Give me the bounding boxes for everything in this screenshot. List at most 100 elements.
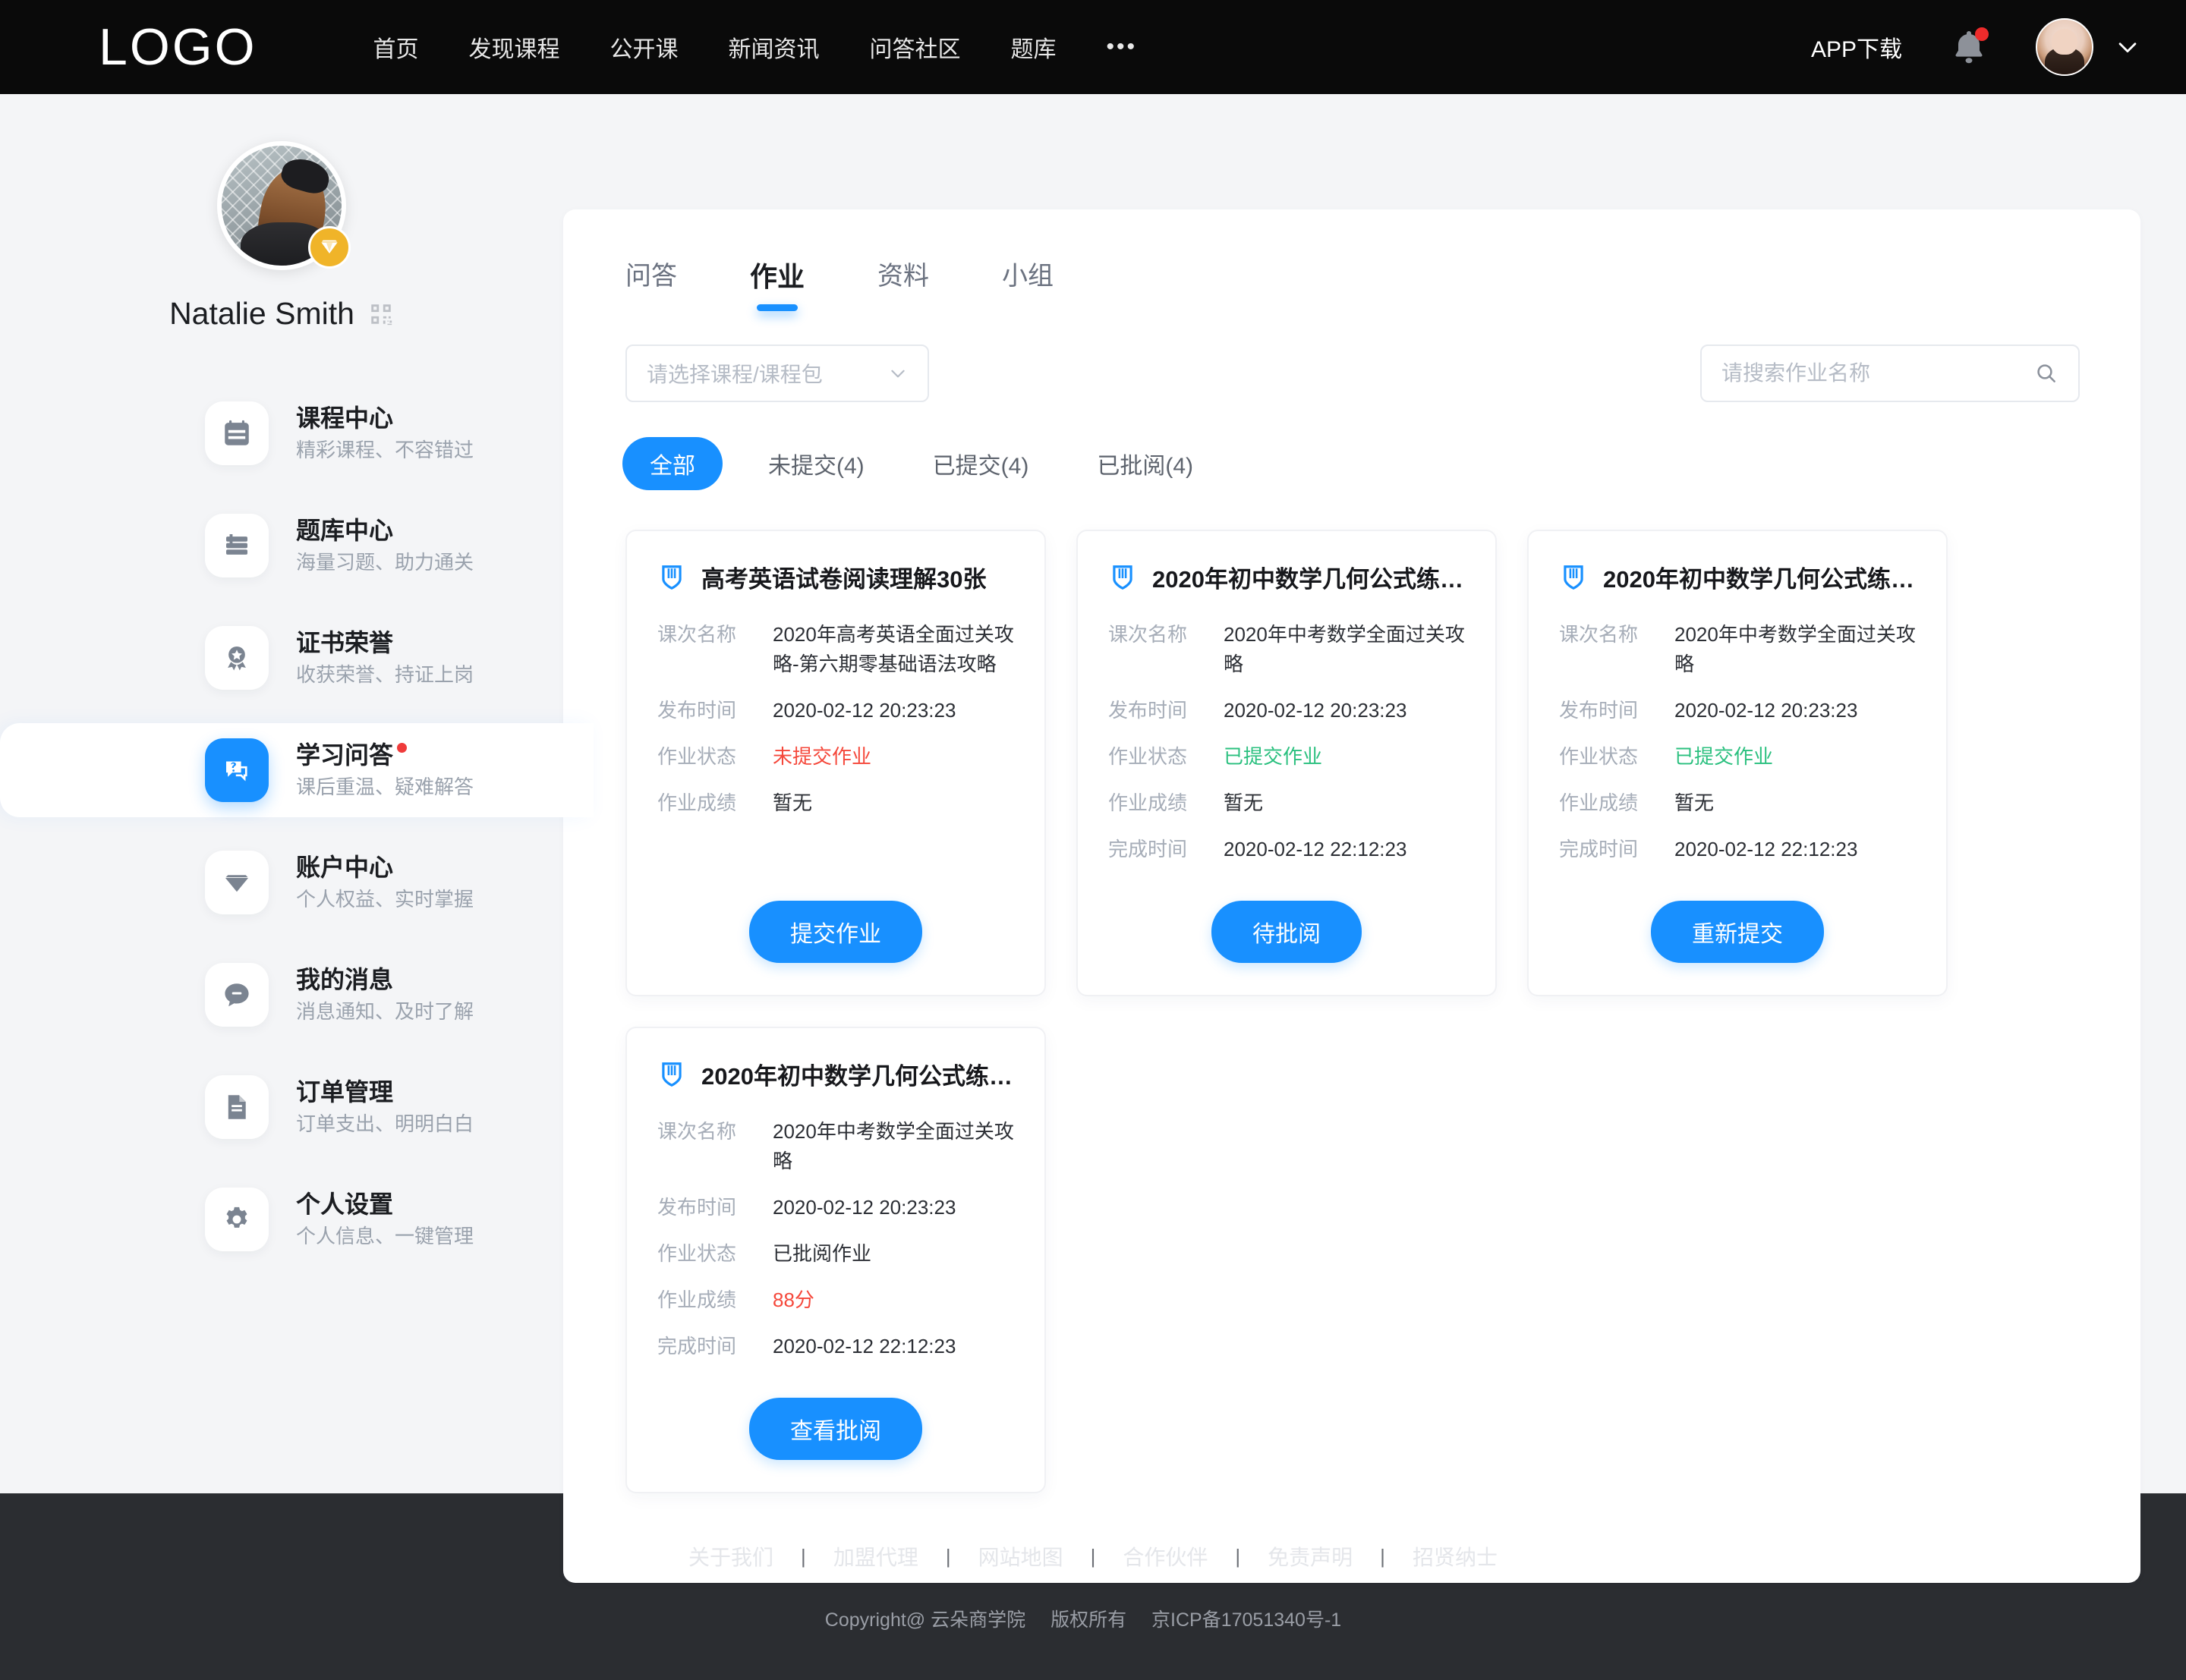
search-input[interactable] (1721, 361, 2034, 385)
course-select[interactable]: 请选择课程/课程包 (625, 344, 929, 402)
row-label: 作业状态 (1108, 745, 1188, 768)
app-download-link[interactable]: APP下载 (1811, 30, 1902, 64)
diamond-icon (321, 240, 338, 253)
menu-text-block: 我的消息 消息通知、及时了解 (296, 966, 474, 1024)
nav-item-home[interactable]: 首页 (348, 30, 444, 64)
card-row-score: 作业成绩 暂无 (657, 788, 1014, 818)
menu-icon-wrapper (205, 851, 269, 914)
homework-card[interactable]: 2020年初中数学几何公式练习作... 课次名称 2020年中考数学全面过关攻略… (1527, 530, 1948, 996)
row-value-score: 88分 (773, 1288, 814, 1311)
card-row-finish: 完成时间 2020-02-12 22:12:23 (1108, 835, 1465, 864)
sidebar-item-account-center[interactable]: 账户中心 个人权益、实时掌握 (0, 835, 563, 930)
card-action-wrapper: 查看批阅 (657, 1378, 1014, 1460)
status-badge: 未提交作业 (773, 745, 872, 768)
chevron-down-icon (891, 370, 905, 378)
row-label: 课次名称 (657, 623, 737, 646)
profile-avatar-wrapper[interactable] (217, 141, 351, 270)
row-value-score: 暂无 (773, 791, 813, 814)
notification-bell-button[interactable] (1948, 26, 1990, 68)
row-value-lesson-name: 2020年高考英语全面过关攻略-第六期零基础语法攻略 (773, 623, 1014, 675)
sidebar-item-certificates[interactable]: 证书荣誉 收获荣誉、持证上岗 (0, 611, 563, 705)
user-menu-button[interactable] (2036, 18, 2140, 76)
card-row-finish: 完成时间 2020-02-12 22:12:23 (1559, 835, 1916, 864)
footer-link-sitemap[interactable]: 网站地图 (951, 1541, 1091, 1571)
homework-card[interactable]: 高考英语试卷阅读理解30张 课次名称 2020年高考英语全面过关攻略-第六期零基… (625, 530, 1046, 996)
menu-text-block: 订单管理 订单支出、明明白白 (296, 1078, 474, 1137)
card-title: 高考英语试卷阅读理解30张 (701, 566, 987, 593)
pencil-shield-icon (662, 1062, 682, 1087)
footer-icp-link[interactable]: 京ICP备17051340号-1 (1151, 1609, 1341, 1631)
card-header: 高考英语试卷阅读理解30张 (657, 560, 1014, 594)
row-value-score: 暂无 (1224, 791, 1264, 814)
view-review-button[interactable]: 查看批阅 (749, 1398, 922, 1460)
card-row-status: 作业状态 已提交作业 (1559, 742, 1916, 772)
sidebar-item-my-messages[interactable]: 我的消息 消息通知、及时了解 (0, 948, 563, 1042)
calendar-icon (225, 420, 249, 445)
sidebar-item-order-management[interactable]: 订单管理 订单支出、明明白白 (0, 1060, 563, 1154)
question-chat-icon (226, 761, 247, 782)
books-icon (226, 533, 247, 555)
tab-homework[interactable]: 作业 (750, 255, 805, 311)
top-bar-right-group: APP下载 (1811, 18, 2140, 76)
sidebar-item-question-bank[interactable]: 题库中心 海量习题、助力通关 (0, 499, 563, 593)
footer-link-careers[interactable]: 招贤纳士 (1385, 1541, 1525, 1571)
footer-links: 关于我们 | 加盟代理 | 网站地图 | 合作伙伴 | 免责声明 | 招贤纳士 (661, 1541, 1525, 1571)
sidebar-item-title: 学习问答 (296, 741, 408, 769)
submit-homework-button[interactable]: 提交作业 (749, 901, 922, 963)
nav-more-icon[interactable]: ••• (1082, 34, 1163, 60)
row-value-finish-time: 2020-02-12 22:12:23 (1224, 838, 1407, 860)
tab-qa[interactable]: 问答 (625, 255, 677, 309)
pill-all[interactable]: 全部 (622, 437, 723, 490)
profile-user-name: Natalie Smith (169, 296, 354, 331)
menu-icon-wrapper (205, 401, 269, 465)
row-value-lesson-name: 2020年中考数学全面过关攻略 (773, 1120, 1014, 1172)
sidebar-item-subtitle: 课后重温、疑难解答 (296, 776, 474, 799)
resubmit-button[interactable]: 重新提交 (1651, 901, 1824, 963)
sidebar-item-personal-settings[interactable]: 个人设置 个人信息、一键管理 (0, 1172, 563, 1266)
pill-reviewed[interactable]: 已批阅(4) (1097, 447, 1193, 480)
nav-item-community[interactable]: 问答社区 (845, 30, 986, 64)
tab-materials[interactable]: 资料 (877, 255, 929, 309)
row-label: 课次名称 (657, 1120, 737, 1143)
card-action-wrapper: 待批阅 (1108, 881, 1465, 963)
tab-groups[interactable]: 小组 (1002, 255, 1054, 309)
nav-item-question-bank[interactable]: 题库 (986, 30, 1082, 64)
search-icon[interactable] (2034, 361, 2058, 385)
footer-link-partners[interactable]: 合作伙伴 (1095, 1541, 1235, 1571)
footer-link-franchise[interactable]: 加盟代理 (806, 1541, 946, 1571)
homework-search-box[interactable] (1700, 344, 2080, 402)
main-nav: 首页 发现课程 公开课 新闻资讯 问答社区 题库 ••• (348, 30, 1163, 64)
pending-review-button[interactable]: 待批阅 (1211, 901, 1362, 963)
site-logo[interactable]: LOGO (99, 21, 257, 73)
nav-item-news[interactable]: 新闻资讯 (704, 30, 845, 64)
sidebar-item-subtitle: 海量习题、助力通关 (296, 551, 474, 574)
sidebar-item-subtitle: 消息通知、及时了解 (296, 1000, 474, 1024)
pill-unsubmitted[interactable]: 未提交(4) (768, 447, 865, 480)
card-title: 2020年初中数学几何公式练习作... (701, 1063, 1014, 1090)
menu-text-block: 课程中心 精彩课程、不容错过 (296, 404, 474, 463)
card-row-publish: 发布时间 2020-02-12 20:23:23 (657, 696, 1014, 725)
sidebar-item-title: 账户中心 (296, 853, 394, 881)
sidebar-item-study-qa[interactable]: 学习问答 课后重温、疑难解答 (0, 723, 594, 817)
sidebar-item-course-center[interactable]: 课程中心 精彩课程、不容错过 (0, 386, 563, 480)
footer-link-about[interactable]: 关于我们 (661, 1541, 801, 1571)
pill-submitted[interactable]: 已提交(4) (933, 447, 1029, 480)
content-tabs: 问答 作业 资料 小组 (563, 209, 2140, 311)
homework-card[interactable]: 2020年初中数学几何公式练习作... 课次名称 2020年中考数学全面过关攻略… (1076, 530, 1497, 996)
card-action-wrapper: 重新提交 (1559, 881, 1916, 963)
homework-card[interactable]: 2020年初中数学几何公式练习作... 课次名称 2020年中考数学全面过关攻略… (625, 1027, 1046, 1493)
card-header: 2020年初中数学几何公式练习作... (1559, 560, 1916, 594)
row-value-finish-time: 2020-02-12 22:12:23 (1674, 838, 1858, 860)
row-label: 作业状态 (657, 745, 737, 768)
nav-item-open-class[interactable]: 公开课 (585, 30, 704, 64)
footer-link-disclaimer[interactable]: 免责声明 (1240, 1541, 1380, 1571)
diamond-icon (225, 875, 249, 892)
row-label: 发布时间 (1559, 699, 1639, 722)
row-label: 发布时间 (657, 699, 737, 722)
page-body: Natalie Smith 课程中心 精彩课程、不容错过 题库中心 海量习题、助… (0, 94, 2186, 1583)
sidebar-item-title: 证书荣誉 (296, 628, 394, 656)
qr-code-icon[interactable] (368, 301, 394, 327)
content-panel: 问答 作业 资料 小组 请选择课程/课程包 请搜索作业名称 全部 未提交(4) … (563, 209, 2140, 1583)
sidebar-item-subtitle: 收获荣誉、持证上岗 (296, 663, 474, 687)
nav-item-courses[interactable]: 发现课程 (444, 30, 585, 64)
